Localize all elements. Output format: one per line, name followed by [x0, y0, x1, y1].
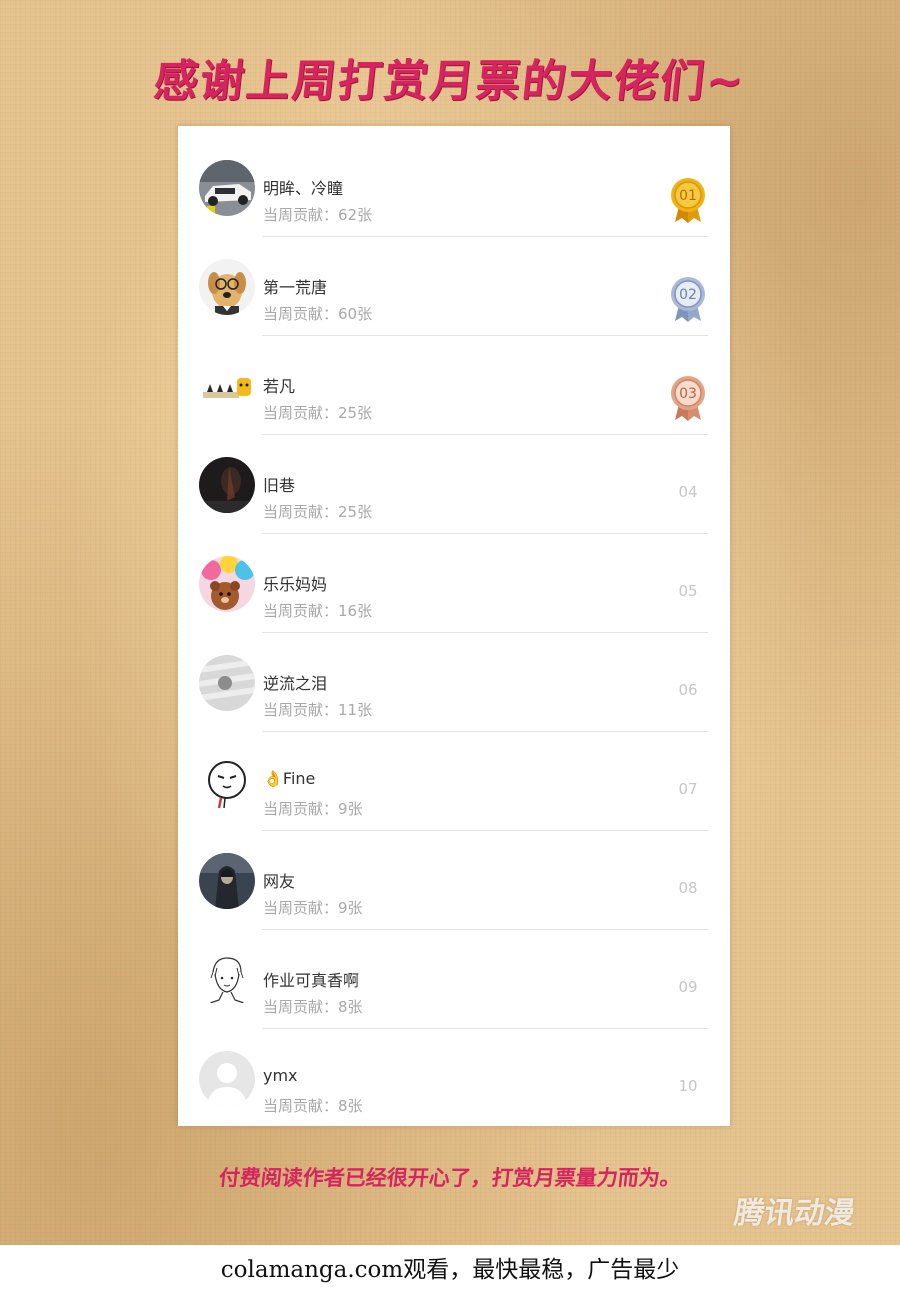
user-name: 明眸、冷瞳: [263, 179, 344, 198]
silver-medal-icon: 02: [667, 275, 709, 323]
rank-number: 03: [679, 386, 697, 402]
page-title: 感谢上周打赏月票的大佬们~: [151, 56, 748, 107]
contribution-text: 当周贡献：16张: [263, 602, 373, 620]
ranking-row[interactable]: 逆流之泪 当周贡献：11张 06: [178, 633, 730, 732]
contribution-text: 当周贡献：62张: [263, 206, 373, 224]
dark-photo-avatar-icon[interactable]: [199, 457, 255, 513]
rank-number: 02: [679, 287, 697, 303]
ranking-row[interactable]: 网友 当周贡献：9张 08: [178, 831, 730, 930]
ranking-row[interactable]: 若凡 当周贡献：25张 03: [178, 336, 730, 435]
ranking-row[interactable]: ymx 当周贡献：8张 10: [178, 1029, 730, 1128]
user-name: 网友: [263, 872, 296, 891]
user-name: 👌Fine: [263, 769, 316, 788]
gold-medal-icon: 01: [667, 176, 709, 224]
gray-abstract-avatar-icon[interactable]: [199, 655, 255, 711]
rank-number: 04: [678, 483, 698, 501]
rank-number: 05: [678, 582, 698, 600]
user-name: ymx: [263, 1066, 298, 1085]
teddy-bear-avatar-icon[interactable]: [199, 556, 255, 612]
cartoon-avatar-icon[interactable]: [199, 358, 255, 414]
contribution-text: 当周贡献：25张: [263, 404, 373, 422]
bottom-banner-text[interactable]: colamanga.com观看，最快最稳，广告最少: [0, 1250, 900, 1284]
ranking-row[interactable]: 乐乐妈妈 当周贡献：16张 05: [178, 534, 730, 633]
car-avatar-icon[interactable]: [199, 160, 255, 216]
sketch-boy-avatar-icon[interactable]: [199, 952, 255, 1008]
contribution-text: 当周贡献：9张: [263, 800, 363, 818]
ranking-row[interactable]: 旧巷 当周贡献：25张 04: [178, 435, 730, 534]
ranking-row[interactable]: 👌Fine 当周贡献：9张 07: [178, 732, 730, 831]
rank-number: 09: [678, 978, 698, 996]
dog-avatar-icon[interactable]: [199, 259, 255, 315]
ranking-row[interactable]: 第一荒唐 当周贡献：60张 02: [178, 237, 730, 336]
contribution-text: 当周贡献：8张: [263, 1097, 363, 1115]
user-name: 作业可真香啊: [263, 971, 360, 990]
user-name: 乐乐妈妈: [263, 575, 328, 594]
contribution-text: 当周贡献：8张: [263, 998, 363, 1016]
contribution-text: 当周贡献：9张: [263, 899, 363, 917]
doodle-face-avatar-icon[interactable]: [199, 754, 255, 810]
rank-number: 10: [678, 1077, 698, 1095]
default-user-avatar-icon[interactable]: [199, 1051, 255, 1107]
rank-number: 01: [679, 188, 697, 204]
watermark-logo: 腾讯动漫: [732, 1196, 857, 1231]
rank-number: 08: [678, 879, 698, 897]
rank-number: 07: [678, 780, 698, 798]
contribution-text: 当周贡献：11张: [263, 701, 373, 719]
user-name: 第一荒唐: [263, 278, 328, 297]
hooded-figure-avatar-icon[interactable]: [199, 853, 255, 909]
contribution-text: 当周贡献：25张: [263, 503, 373, 521]
ranking-row[interactable]: 明眸、冷瞳 当周贡献：62张 01: [178, 138, 730, 237]
ranking-row[interactable]: 作业可真香啊 当周贡献：8张 09: [178, 930, 730, 1029]
user-name: 逆流之泪: [263, 674, 328, 693]
contribution-text: 当周贡献：60张: [263, 305, 373, 323]
user-name: 旧巷: [263, 476, 296, 495]
user-name: 若凡: [263, 377, 296, 396]
ranking-card: 明眸、冷瞳 当周贡献：62张 01 第一荒唐 当周贡献：60张 02 若凡 当周…: [178, 126, 730, 1126]
rank-number: 06: [678, 681, 698, 699]
bronze-medal-icon: 03: [667, 374, 709, 422]
